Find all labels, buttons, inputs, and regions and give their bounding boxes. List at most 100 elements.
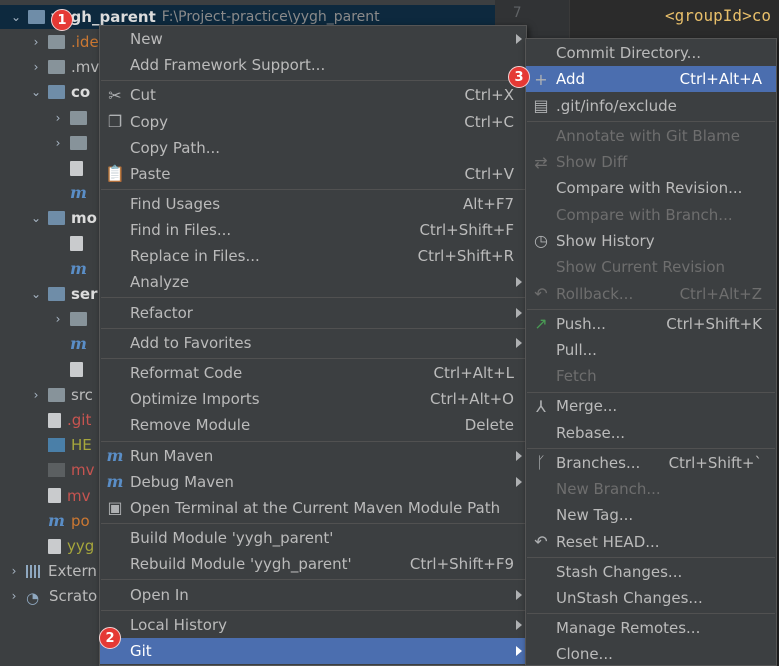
menu-item-shortcut: Delete [464,416,514,435]
menu-item-copy-path[interactable]: Copy Path... [100,135,526,161]
menu-item-label: New Tag... [556,506,634,525]
menu-item-label: Branches... [556,453,641,472]
rollback-icon: ↶ [534,284,548,303]
git-info-exclude-icon: ▤ [533,96,549,116]
menu-item-optimize-imports[interactable]: Optimize Imports Ctrl+Alt+O [100,386,526,412]
chevron-right-icon[interactable]: › [8,564,20,578]
chevron-right-icon[interactable]: › [8,589,20,603]
chevron-down-icon[interactable]: ⌄ [30,287,42,301]
menu-item-find-usages[interactable]: Find Usages Alt+F7 [100,191,526,217]
menu-item-add[interactable]: + Add Ctrl+Alt+A [526,66,776,93]
menu-item-add-framework-support[interactable]: Add Framework Support... [100,52,526,78]
cut-icon: ✂ [108,85,122,105]
menu-item-label: Manage Remotes... [556,619,701,638]
menu-item-remove-module[interactable]: Remove Module Delete [100,412,526,438]
module-folder-icon [48,211,65,226]
menu-item-analyze[interactable]: Analyze [100,269,526,295]
add-icon: + [534,69,548,89]
menu-item-branches[interactable]: ᚴ Branches... Ctrl+Shift+` [526,450,776,476]
menu-item-local-history[interactable]: Local History [100,612,526,638]
menu-item-find-in-files[interactable]: Find in Files... Ctrl+Shift+F [100,217,526,243]
menu-item-rebuild-module[interactable]: Rebuild Module 'yygh_parent' Ctrl+Shift+F… [100,551,526,577]
folder-icon [48,387,65,402]
code-text[interactable]: <groupId>co [665,6,771,25]
menu-separator [101,297,525,299]
menu-item-build-module[interactable]: Build Module 'yygh_parent' [100,525,526,551]
markdown-icon [48,438,65,453]
tree-row-label: Extern [48,562,97,581]
menu-item-rebase[interactable]: Rebase... [526,420,776,446]
menu-item-unstash-changes[interactable]: UnStash Changes... [526,585,776,611]
maven-icon: m [48,510,65,530]
menu-item-git[interactable]: Git [100,638,526,664]
menu-item-label: Remove Module [130,416,251,435]
menu-item-show-history[interactable]: ◷ Show History [526,228,776,254]
menu-item-open-in[interactable]: Open In [100,582,526,608]
menu-item-copy[interactable]: ❐ Copy Ctrl+C [100,109,526,135]
menu-item-open-terminal[interactable]: ▣ Open Terminal at the Current Maven Modu… [100,495,526,521]
menu-item-stash-changes[interactable]: Stash Changes... [526,559,776,585]
chevron-right-icon[interactable]: › [52,111,64,125]
reset-head-icon: ↶ [534,532,548,552]
folder-icon [48,60,65,75]
chevron-right-icon[interactable]: › [52,312,64,326]
submenu-arrow-icon [516,307,522,318]
folder-icon [70,110,87,125]
tree-row-label: mv [71,461,95,480]
menu-item-commit-directory[interactable]: Commit Directory... [526,40,776,66]
menu-item-git-info-exclude[interactable]: ▤ .git/info/exclude [526,93,776,119]
menu-item-clone[interactable]: Clone... [526,641,776,666]
menu-item-push[interactable]: ↗ Push... Ctrl+Shift+K [526,311,776,337]
menu-item-new[interactable]: New [100,26,526,52]
menu-item-paste[interactable]: 📋 Paste Ctrl+V [100,161,526,187]
menu-item-shortcut: Ctrl+X [464,86,514,105]
menu-item-label: New Branch... [556,480,661,498]
menu-item-shortcut: Ctrl+V [464,164,514,183]
menu-item-manage-remotes[interactable]: Manage Remotes... [526,615,776,641]
menu-item-label: Run Maven [130,446,214,465]
menu-item-label: Add [556,70,586,89]
tree-row-label: .ide [71,33,99,51]
menu-item-run-maven[interactable]: m Run Maven [100,443,526,469]
menu-item-label: Show History [556,231,655,250]
tree-row-label: HE [71,436,92,455]
menu-item-merge[interactable]: ⅄ Merge... [526,393,776,419]
chevron-down-icon[interactable]: ⌄ [10,10,22,24]
menu-item-cut[interactable]: ✂ Cut Ctrl+X [100,82,526,108]
menu-item-label: Add Framework Support... [130,56,326,75]
menu-item-label: New [130,30,163,48]
chevron-right-icon[interactable]: › [30,60,42,74]
submenu-arrow-icon [516,450,522,461]
chevron-down-icon[interactable]: ⌄ [30,211,42,225]
menu-item-replace-in-files[interactable]: Replace in Files... Ctrl+Shift+R [100,243,526,269]
module-folder-icon [48,85,65,100]
menu-item-debug-maven[interactable]: m Debug Maven [100,469,526,495]
show-history-icon: ◷ [534,231,548,251]
maven-icon: m [70,258,87,278]
menu-item-add-to-favorites[interactable]: Add to Favorites [100,330,526,356]
tree-row-label: yyg [67,537,95,555]
submenu-arrow-icon [516,589,522,600]
menu-item-label: Git [130,642,152,660]
branches-icon: ᚴ [536,453,546,473]
chevron-right-icon[interactable]: › [30,388,42,402]
menu-item-reset-head[interactable]: ↶ Reset HEAD... [526,529,776,555]
menu-item-compare-with-revision[interactable]: Compare with Revision... [526,175,776,201]
tree-row-label: .git [67,411,92,429]
menu-item-reformat-code[interactable]: Reformat Code Ctrl+Alt+L [100,360,526,386]
chevron-right-icon[interactable]: › [30,35,42,49]
chevron-down-icon[interactable]: ⌄ [30,85,42,99]
menu-item-label: Refactor [130,303,193,322]
menu-item-new-tag[interactable]: New Tag... [526,502,776,528]
menu-item-pull[interactable]: Pull... [526,337,776,363]
menu-item-label: Show Diff [556,153,628,171]
menu-item-new-branch: New Branch... [526,476,776,502]
menu-item-refactor[interactable]: Refactor [100,300,526,326]
menu-item-shortcut: Ctrl+Shift+R [417,247,514,266]
menu-item-label: Analyze [130,273,190,292]
chevron-right-icon[interactable]: › [52,136,64,150]
submenu-arrow-icon [516,646,522,656]
tree-row-label: co [71,83,91,102]
tree-row-label: mv [67,486,91,505]
menu-item-label: Annotate with Git Blame [556,126,740,145]
